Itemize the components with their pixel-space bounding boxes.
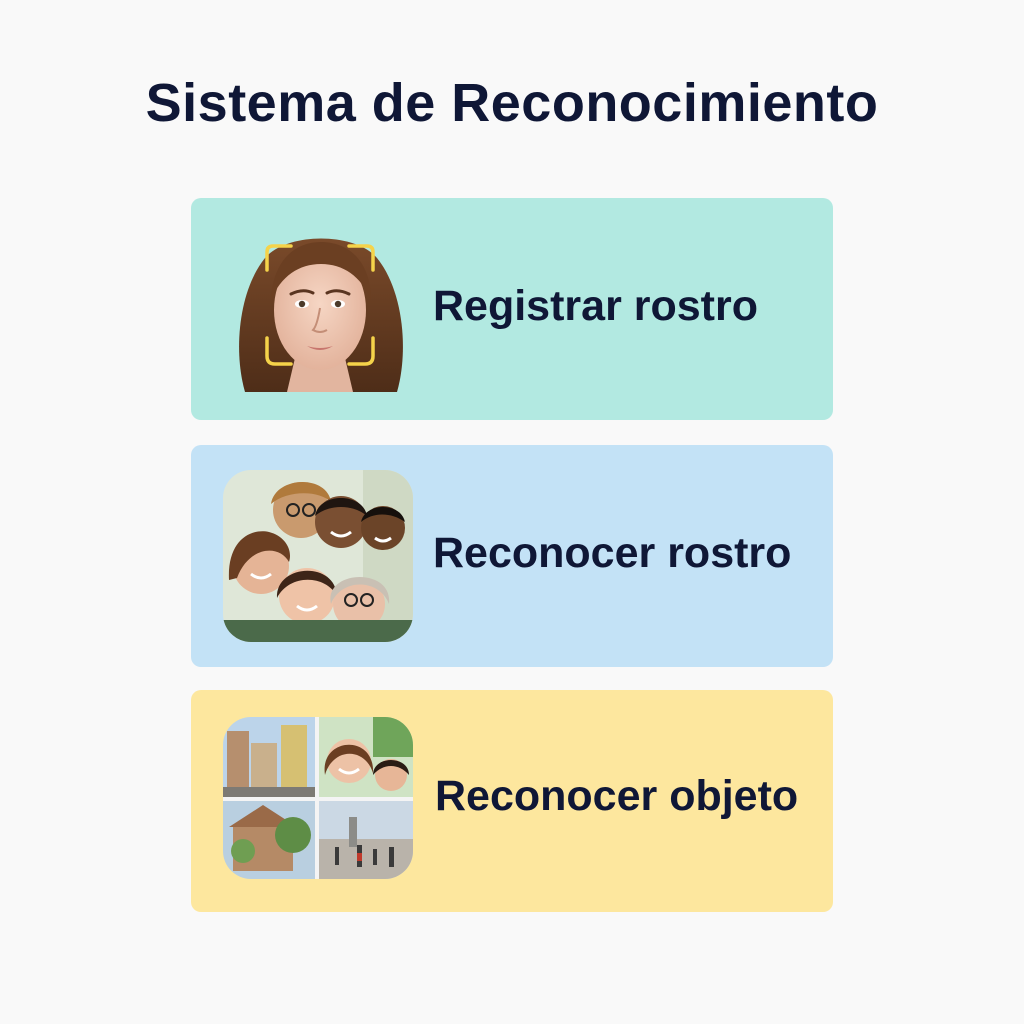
- recognize-face-button[interactable]: Reconocer rostro: [191, 445, 833, 667]
- register-face-label: Registrar rostro: [433, 282, 758, 330]
- group-faces-icon: [223, 470, 413, 642]
- recognize-object-label: Reconocer objeto: [435, 772, 799, 820]
- register-face-button[interactable]: Registrar rostro: [191, 198, 833, 420]
- single-face-scan-icon: [225, 230, 415, 392]
- recognize-object-button[interactable]: Reconocer objeto: [191, 690, 833, 912]
- scene-collage-icon: [223, 717, 413, 879]
- recognize-face-label: Reconocer rostro: [433, 529, 792, 577]
- page-title: Sistema de Reconocimiento: [145, 73, 879, 133]
